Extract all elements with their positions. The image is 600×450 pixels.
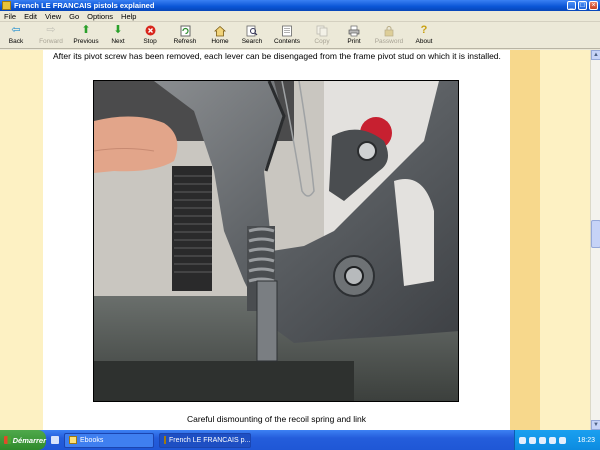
- page: After its pivot screw has been removed, …: [43, 50, 510, 430]
- close-button[interactable]: ×: [589, 1, 598, 10]
- window-title: French LE FRANCAIS pistols explained: [14, 1, 155, 10]
- previous-button[interactable]: ⬆ Previous: [70, 22, 102, 49]
- stop-icon: [143, 24, 157, 37]
- quick-launch-icon[interactable]: [51, 436, 59, 444]
- maximize-button[interactable]: □: [578, 1, 587, 10]
- task-french-pistols[interactable]: French LE FRANCAIS p...: [159, 432, 251, 448]
- print-label: Print: [347, 38, 361, 45]
- tray-icon[interactable]: [549, 436, 556, 444]
- right-band: [510, 50, 540, 430]
- copy-icon: [315, 24, 329, 37]
- search-label: Search: [241, 38, 263, 45]
- start-label: Démarrer: [12, 435, 46, 445]
- back-button[interactable]: ⇦ Back: [0, 22, 32, 49]
- photo-caption: Careful dismounting of the recoil spring…: [186, 414, 367, 424]
- previous-label: Previous: [73, 38, 99, 45]
- scroll-up-icon[interactable]: ▲: [591, 50, 600, 60]
- menu-go[interactable]: Go: [65, 12, 83, 21]
- search-button[interactable]: Search: [236, 22, 268, 49]
- menu-bar: File Edit View Go Options Help: [0, 11, 600, 22]
- stop-label: Stop: [143, 38, 157, 45]
- search-icon: [245, 24, 259, 37]
- start-button[interactable]: Démarrer: [0, 430, 46, 450]
- tray-icon[interactable]: [529, 436, 536, 444]
- contents-icon: [280, 24, 294, 37]
- next-label: Next: [111, 38, 125, 45]
- refresh-icon: [178, 24, 192, 37]
- left-margin: [0, 50, 43, 430]
- minimize-button[interactable]: _: [567, 1, 576, 10]
- contents-button[interactable]: Contents: [268, 22, 306, 49]
- password-label: Password: [374, 38, 404, 45]
- copy-label: Copy: [314, 38, 330, 45]
- right-margin: [540, 50, 590, 430]
- app-icon: [2, 1, 11, 10]
- about-button[interactable]: ? About: [408, 22, 440, 49]
- password-button[interactable]: Password: [370, 22, 408, 49]
- menu-edit[interactable]: Edit: [20, 12, 41, 21]
- toolbar: ⇦ Back ⇨ Forward ⬆ Previous ⬇ Next Stop …: [0, 22, 600, 49]
- windows-logo-icon: [4, 436, 11, 444]
- contents-label: Contents: [273, 38, 301, 45]
- tray-icon[interactable]: [559, 436, 566, 444]
- tray-icon[interactable]: [539, 436, 546, 444]
- tray-icon[interactable]: [519, 436, 526, 444]
- forward-button[interactable]: ⇨ Forward: [32, 22, 70, 49]
- print-icon: [347, 24, 361, 37]
- copy-button[interactable]: Copy: [306, 22, 338, 49]
- print-button[interactable]: Print: [338, 22, 370, 49]
- document-view: After its pivot screw has been removed, …: [0, 50, 590, 430]
- task-ebooks[interactable]: Ebooks: [64, 432, 154, 448]
- forward-label: Forward: [39, 38, 63, 45]
- folder-icon: [69, 436, 77, 444]
- scroll-thumb[interactable]: [591, 220, 600, 248]
- scroll-down-icon[interactable]: ▼: [591, 420, 600, 430]
- password-icon: [382, 24, 396, 37]
- vertical-scrollbar[interactable]: ▲ ▼: [590, 50, 600, 430]
- stop-button[interactable]: Stop: [134, 22, 166, 49]
- refresh-button[interactable]: Refresh: [166, 22, 204, 49]
- forward-arrow-icon: ⇨: [46, 24, 56, 36]
- taskbar: Démarrer Ebooks French LE FRANCAIS p... …: [0, 430, 600, 450]
- up-arrow-icon: ⬆: [81, 24, 91, 36]
- system-tray: 18:23: [514, 430, 600, 450]
- menu-help[interactable]: Help: [117, 12, 140, 21]
- home-button[interactable]: Home: [204, 22, 236, 49]
- menu-view[interactable]: View: [41, 12, 65, 21]
- task-label: French LE FRANCAIS p...: [169, 436, 251, 444]
- menu-options[interactable]: Options: [83, 12, 117, 21]
- about-icon: ?: [420, 24, 428, 36]
- quick-launch: [51, 436, 59, 444]
- home-icon: [213, 24, 227, 37]
- menu-file[interactable]: File: [0, 12, 20, 21]
- next-button[interactable]: ⬇ Next: [102, 22, 134, 49]
- intro-paragraph: After its pivot screw has been removed, …: [53, 51, 501, 61]
- title-bar: French LE FRANCAIS pistols explained _ □…: [0, 0, 600, 11]
- home-label: Home: [211, 38, 229, 45]
- ebook-icon: [164, 436, 166, 444]
- refresh-label: Refresh: [173, 38, 197, 45]
- pistol-photo: [93, 80, 459, 402]
- down-arrow-icon: ⬇: [113, 24, 123, 36]
- task-label: Ebooks: [80, 436, 104, 444]
- clock: 18:23: [577, 436, 595, 444]
- about-label: About: [415, 38, 433, 45]
- back-label: Back: [8, 38, 24, 45]
- back-arrow-icon: ⇦: [11, 24, 21, 36]
